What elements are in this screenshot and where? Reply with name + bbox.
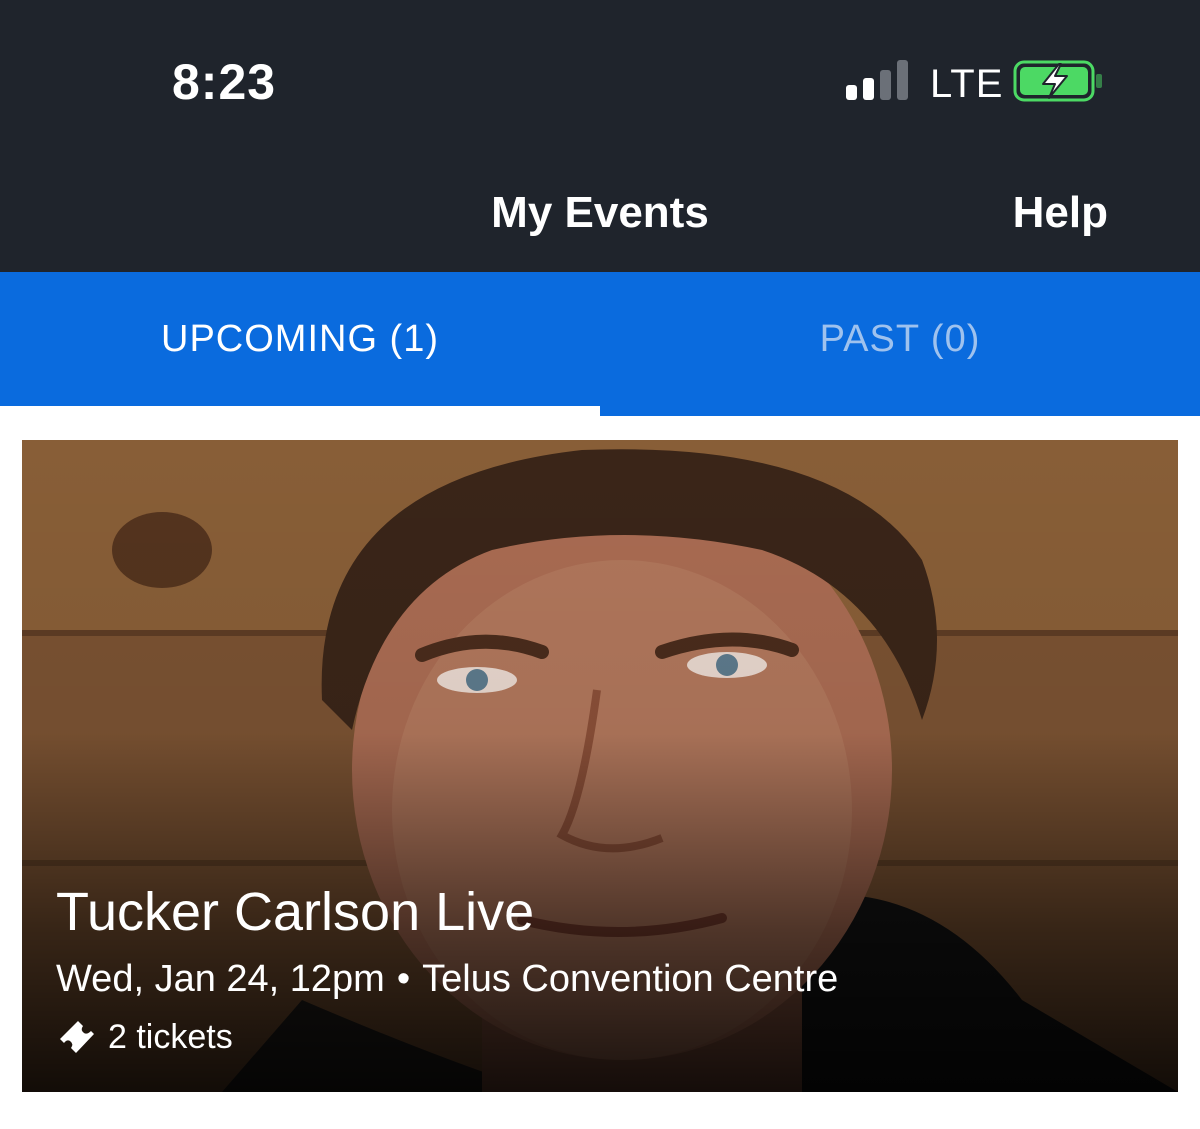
network-type: LTE: [930, 62, 1004, 106]
tab-upcoming[interactable]: UPCOMING (1): [0, 272, 600, 406]
event-details: Wed, Jan 24, 12pm • Telus Convention Centr…: [56, 956, 838, 1002]
help-button[interactable]: Help: [1013, 186, 1108, 240]
event-card[interactable]: Tucker Carlson Live Wed, Jan 24, 12pm • Te…: [22, 440, 1178, 1092]
tab-past[interactable]: PAST (0): [600, 272, 1200, 406]
separator-dot: •: [396, 958, 411, 1000]
active-tab-indicator: [0, 406, 600, 416]
cellular-signal-icon: [846, 60, 910, 100]
battery-charging-icon: [1013, 60, 1102, 102]
event-title: Tucker Carlson Live: [56, 882, 535, 942]
event-venue: Telus Convention Centre: [422, 958, 839, 1000]
ticket-count-label: 2 tickets: [108, 1017, 233, 1056]
event-tabs: UPCOMING (1) PAST (0): [0, 272, 1200, 416]
status-time: 8:23: [172, 54, 277, 110]
app-header: 8:23 LTE My Events Help: [0, 0, 1200, 272]
ticket-icon: [60, 1021, 94, 1053]
event-date: Wed, Jan 24, 12pm: [56, 958, 385, 1000]
ticket-count: 2 tickets: [56, 1014, 233, 1060]
